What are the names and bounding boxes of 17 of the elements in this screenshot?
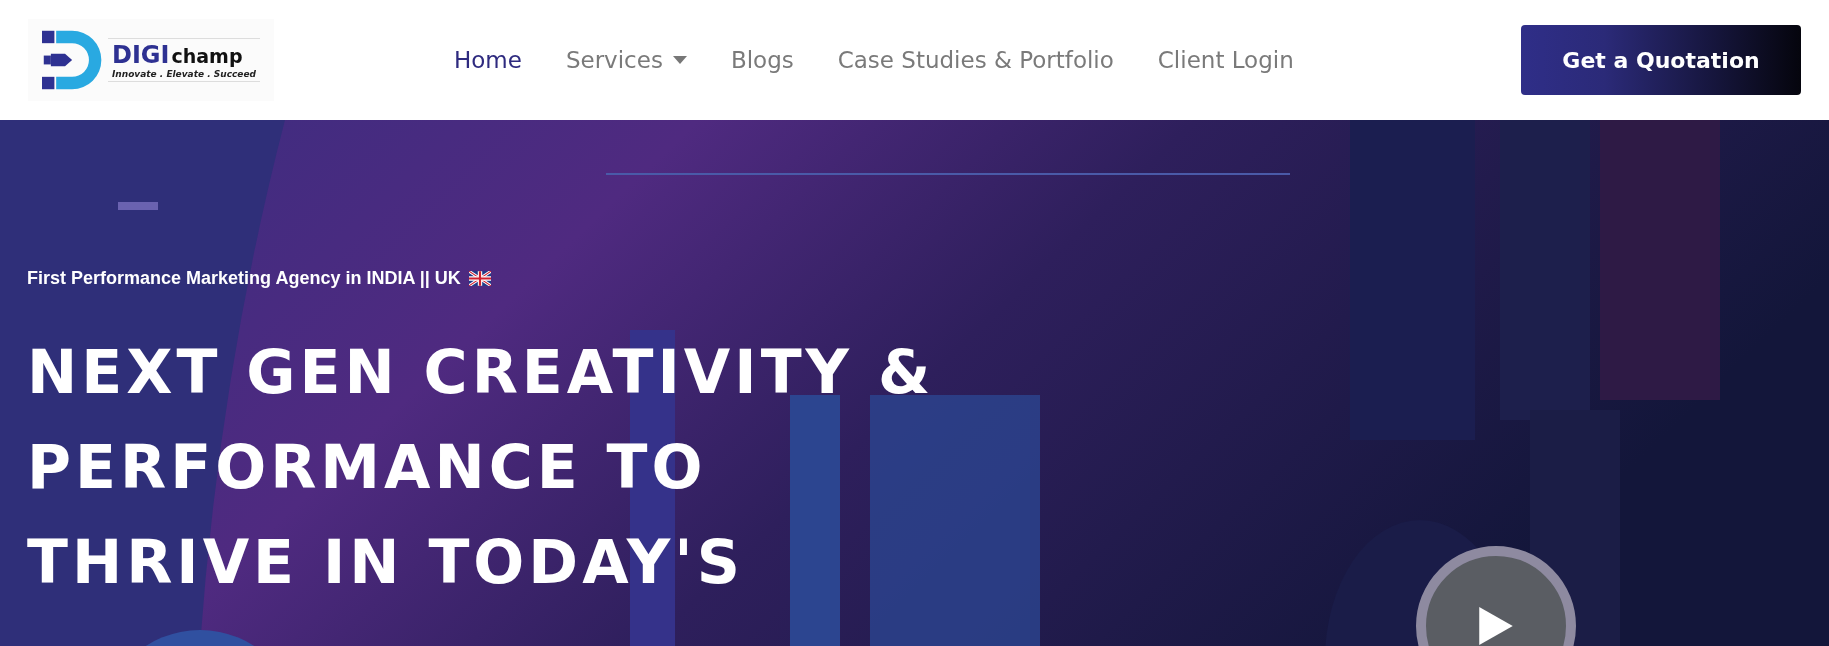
nav-link[interactable]: Home: [453, 47, 522, 73]
nav-link[interactable]: Client Login: [1157, 47, 1294, 73]
hero-heading-line: PERFORMANCE TO: [27, 431, 707, 504]
logo-brand-text: DIGI: [112, 41, 170, 69]
logo-tagline: Innovate . Elevate . Succeed: [112, 69, 256, 79]
hero-heading-line: THRIVE IN TODAY'S: [27, 526, 744, 599]
caret-icon: [672, 56, 687, 64]
logo-icon: [42, 29, 104, 91]
quotation-button[interactable]: Get a Quotation: [1521, 25, 1801, 95]
logo-brand-text: champ: [171, 45, 243, 67]
play-icon: [1479, 607, 1513, 645]
nav-link[interactable]: Case Studies & Portfolio: [837, 47, 1114, 73]
hero-tagline: First Performance Marketing Agency in INDIA || UK: [27, 268, 461, 289]
hero-heading-line: NEXT GEN CREATIVITY &: [27, 336, 935, 409]
nav-link[interactable]: Blogs: [730, 47, 794, 73]
logo[interactable]: DIGI champ Innovate . Elevate . Succeed: [28, 19, 274, 101]
nav-link[interactable]: Services: [565, 47, 687, 73]
